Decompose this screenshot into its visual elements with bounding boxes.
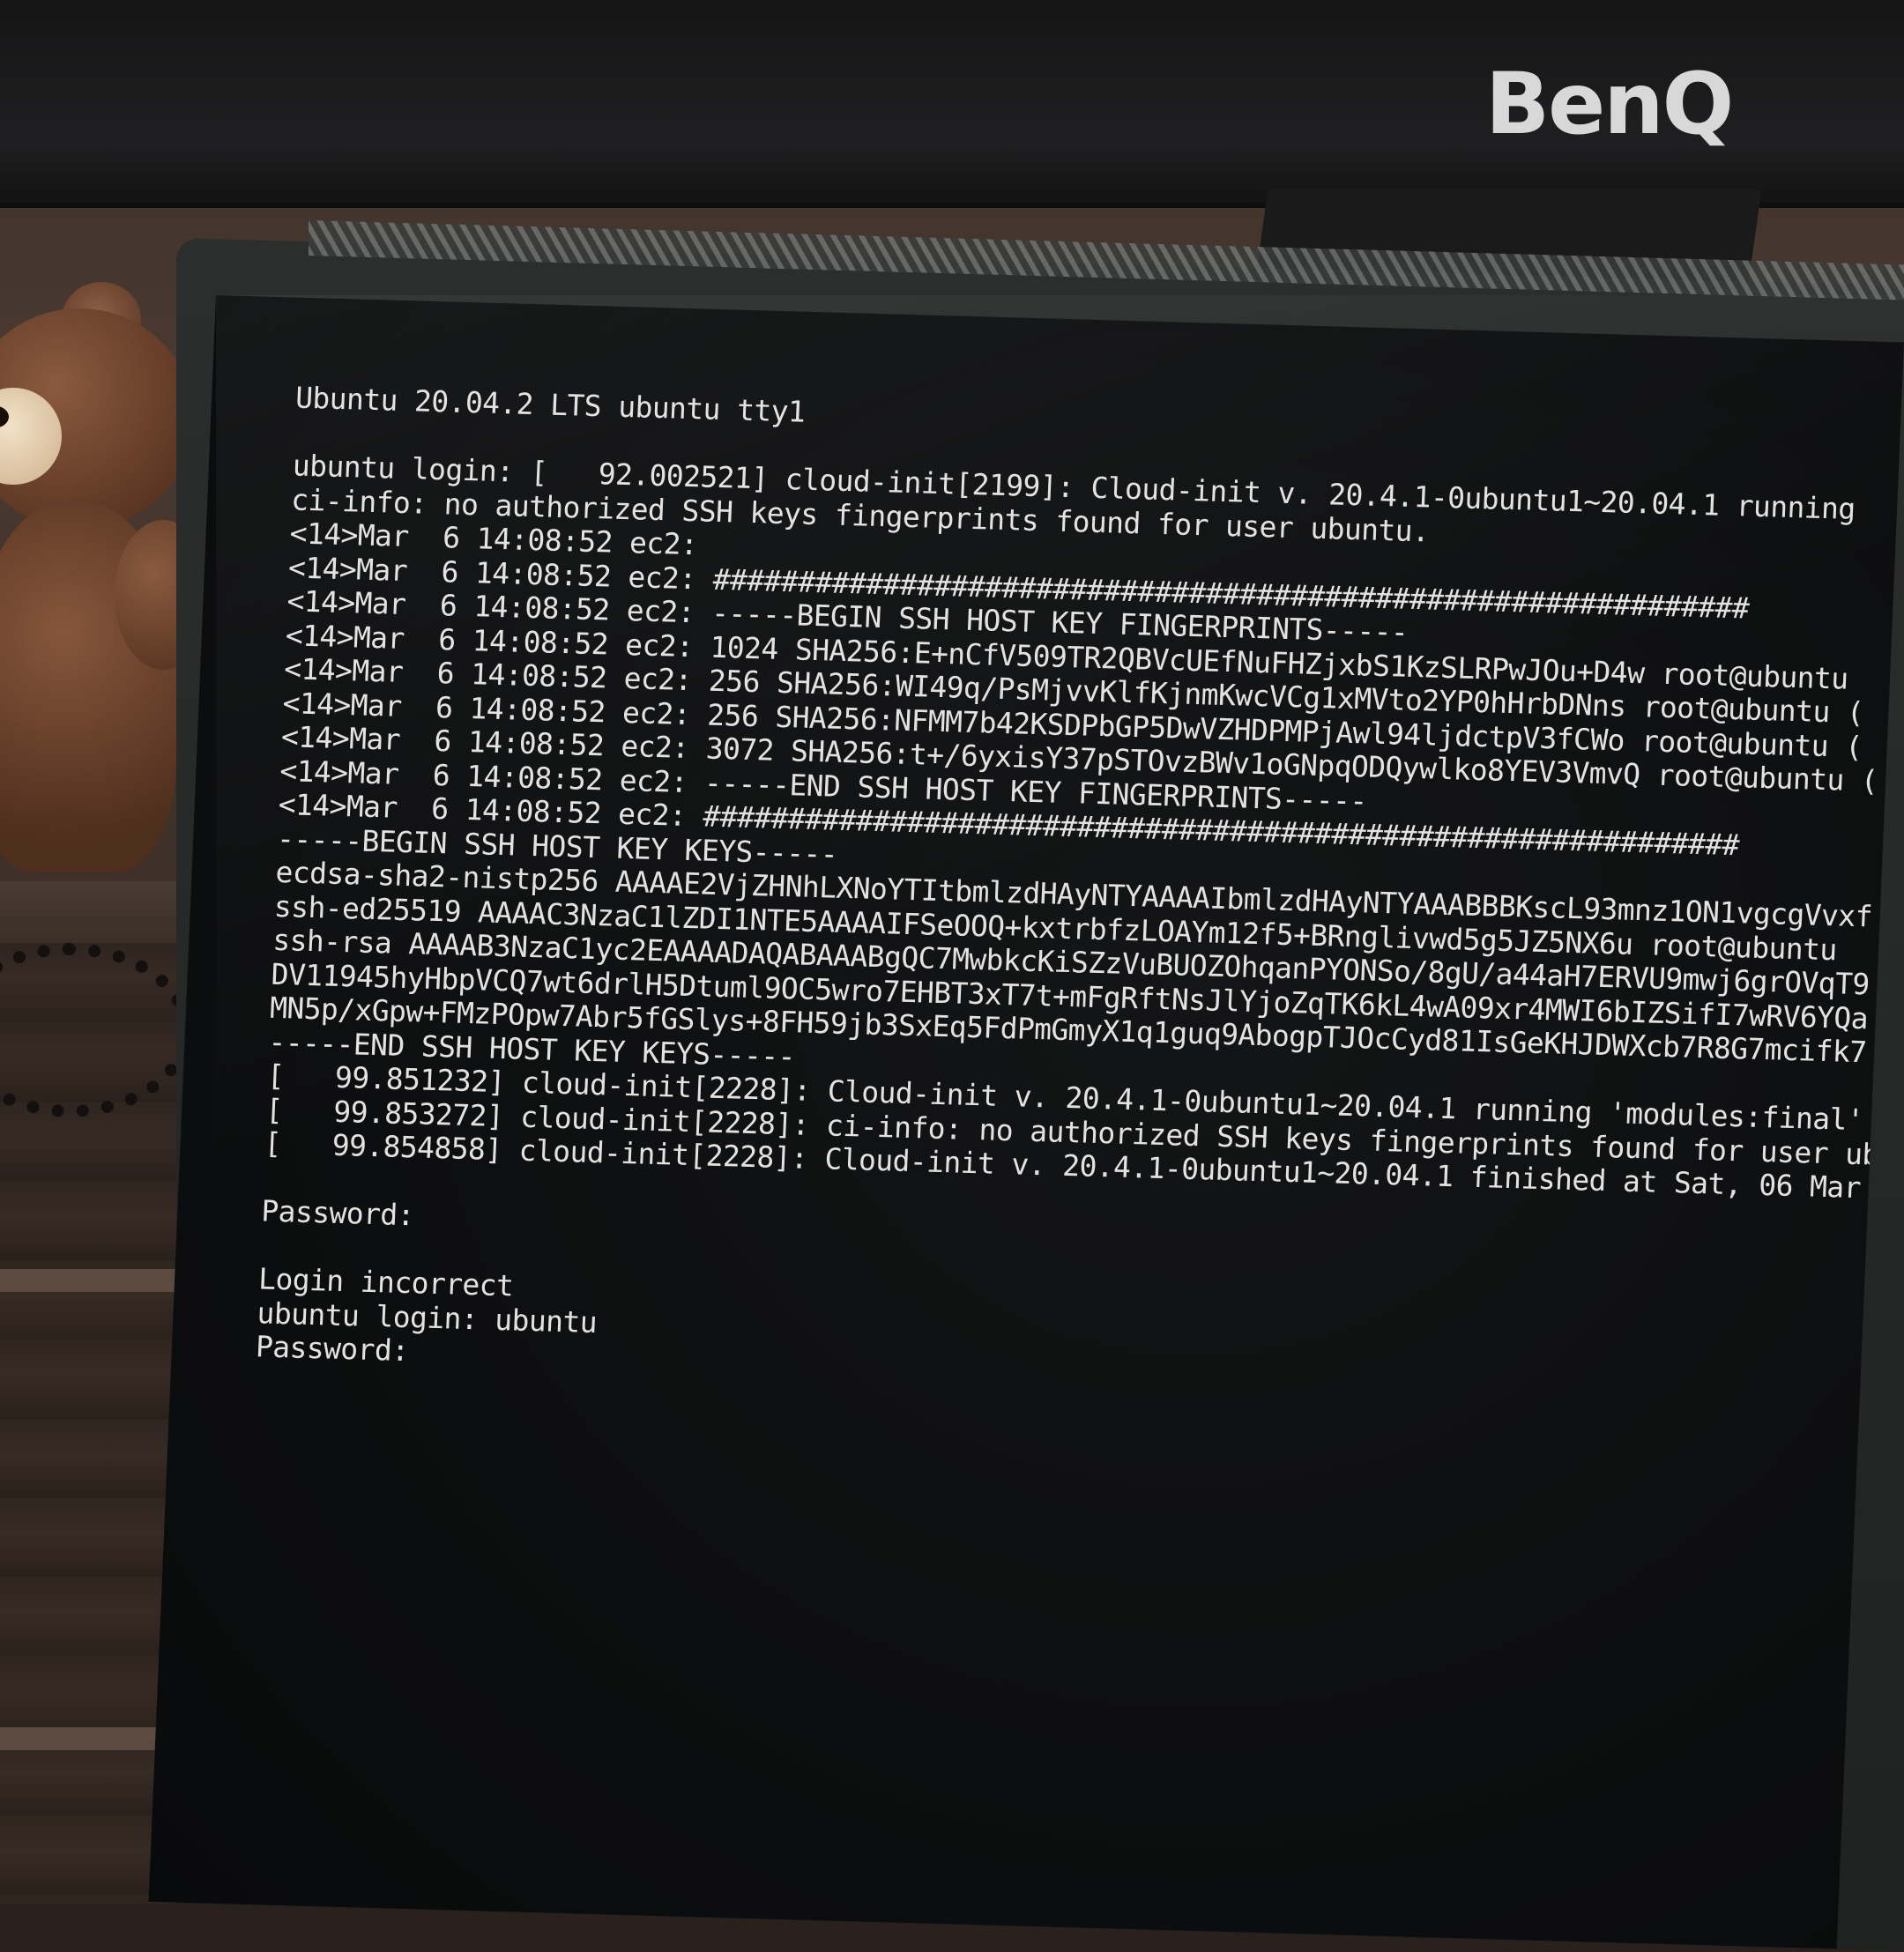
console-output[interactable]: Ubuntu 20.04.2 LTS ubuntu tty1 ubuntu log…	[255, 381, 1904, 1409]
laptop-screen: Ubuntu 20.04.2 LTS ubuntu tty1 ubuntu log…	[148, 295, 1904, 1949]
monitor-brand-logo: BenQ	[1485, 55, 1734, 153]
background-monitor: BenQ	[0, 0, 1904, 208]
